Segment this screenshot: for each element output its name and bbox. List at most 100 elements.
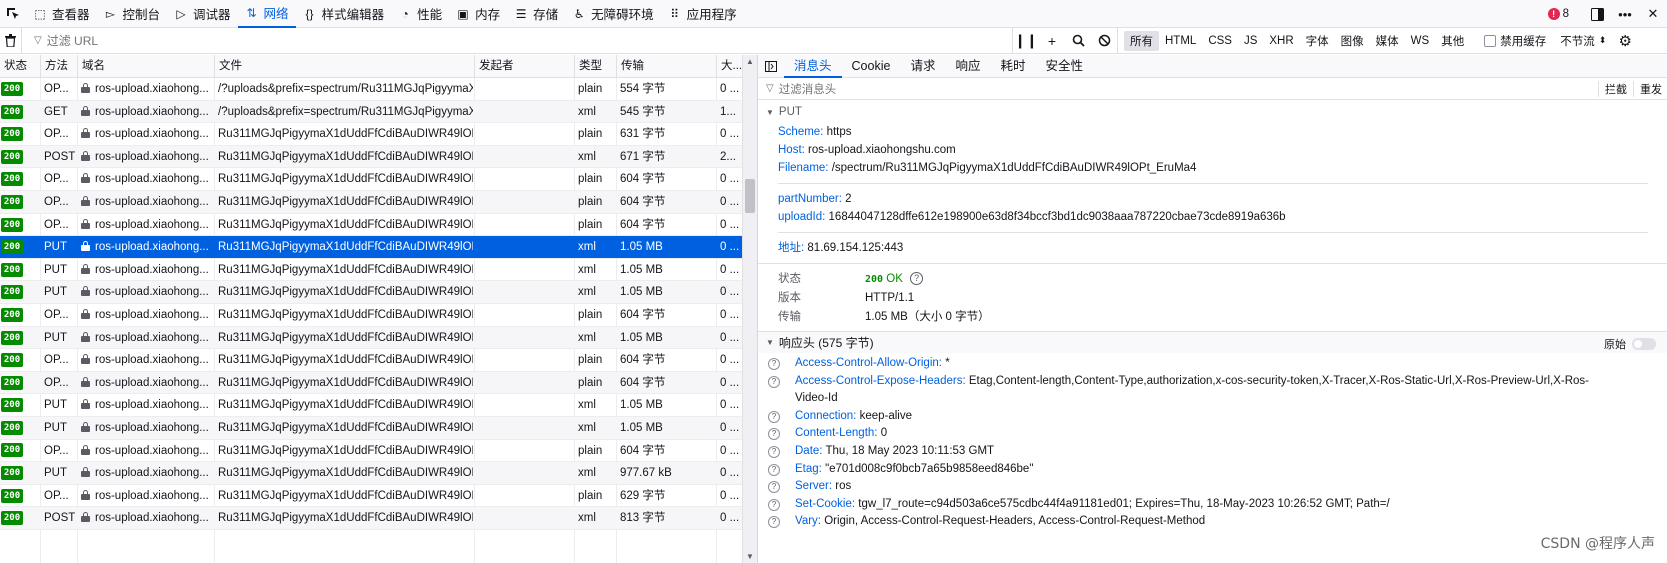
table-row[interactable]: 200 PUT ros-upload.xiaohong... Ru311MGJqPig…: [0, 416, 742, 440]
clear-requests-icon[interactable]: [0, 27, 22, 54]
element-picker-icon[interactable]: [0, 0, 26, 28]
tool-tab[interactable]: {} 样式编辑器: [296, 0, 392, 28]
request-summary-toggle[interactable]: ▼ PUT: [758, 101, 1667, 123]
error-count-badge[interactable]: ! 8: [1547, 8, 1569, 20]
block-request-button[interactable]: 拦截: [1598, 81, 1633, 97]
help-icon[interactable]: ?: [768, 481, 780, 494]
help-icon[interactable]: ?: [768, 358, 780, 370]
tool-tab[interactable]: ⇅ 网络: [237, 0, 296, 28]
tool-tab[interactable]: ▷ 调试器: [167, 0, 238, 28]
type-filter-button[interactable]: 其他: [1435, 31, 1470, 51]
close-icon[interactable]: ✕: [1639, 0, 1667, 28]
type-filter-button[interactable]: 字体: [1300, 31, 1335, 51]
table-row[interactable]: 200 OP... ros-upload.xiaohong... Ru311MGJqP…: [0, 304, 742, 327]
table-row[interactable]: 200 OP... ros-upload.xiaohong... Ru311MGJqP…: [0, 371, 742, 395]
disable-cache-checkbox[interactable]: 禁用缓存: [1484, 33, 1546, 49]
column-header[interactable]: 发起者: [474, 55, 574, 78]
details-tab[interactable]: 安全性: [1035, 55, 1093, 78]
table-row[interactable]: 200 OP... ros-upload.xiaohong... /?uploads&…: [0, 78, 742, 101]
tool-tab[interactable]: ⠿ 应用程序: [661, 0, 744, 28]
tool-tab[interactable]: ♿ 无障碍环境: [565, 0, 661, 28]
tool-tab[interactable]: ◔ 性能: [391, 0, 449, 28]
help-icon[interactable]: ?: [768, 516, 780, 529]
details-tab[interactable]: 请求: [900, 55, 945, 78]
details-tab[interactable]: 消息头: [784, 55, 842, 78]
type-filter-button[interactable]: XHR: [1263, 33, 1299, 49]
table-row[interactable]: 200 PUT ros-upload.xiaohong... Ru311MGJqPig…: [0, 394, 742, 417]
resend-button[interactable]: 重发: [1633, 81, 1667, 97]
help-icon[interactable]: ?: [768, 375, 780, 388]
tool-tab[interactable]: ▻ 控制台: [97, 0, 168, 28]
table-row[interactable]: 200 OP... ros-upload.xiaohong... Ru311MGJqP…: [0, 190, 742, 214]
type-filter-button[interactable]: CSS: [1202, 33, 1238, 49]
url-filter-input[interactable]: ▽ 过滤 URL: [22, 28, 1012, 54]
scroll-up-icon[interactable]: ▲: [746, 57, 754, 66]
query-param-row-value: 16844047128dffe612e198900e63d8f34bccf3bd…: [828, 211, 1286, 223]
request-list-scrollbar[interactable]: ▲ ▼: [742, 55, 757, 563]
status-badge: 200: [1, 104, 23, 119]
more-options-icon[interactable]: •••: [1611, 0, 1639, 28]
raw-toggle[interactable]: 原始: [1604, 336, 1656, 352]
status-row: 状态 200 OK ?: [758, 270, 1667, 289]
toggle-sidebar-icon[interactable]: [758, 55, 784, 78]
network-filter-bar: ▽ 过滤 URL ❙❙ + 所有 HTML CSS JS XHR 字体 图像 媒体 WS 其他 禁…: [0, 27, 1667, 54]
column-header[interactable]: 大...: [716, 55, 742, 78]
tool-tab[interactable]: ▣ 内存: [449, 0, 507, 28]
add-filter-icon[interactable]: +: [1039, 28, 1065, 54]
gear-icon[interactable]: ⚙: [1612, 28, 1638, 54]
tool-tab[interactable]: ☰ 存储: [507, 0, 565, 28]
table-row[interactable]: 200 OP... ros-upload.xiaohong... Ru311MGJqP…: [0, 168, 742, 191]
pause-icon[interactable]: ❙❙: [1013, 28, 1039, 54]
table-row[interactable]: 200 POST ros-upload.xiaohong... Ru311MGJqPi…: [0, 145, 742, 169]
response-headers-section[interactable]: ▼ 响应头 (575 字节) 原始: [758, 331, 1667, 353]
help-icon[interactable]: ?: [768, 445, 780, 458]
tool-tab[interactable]: ⬚ 查看器: [26, 0, 97, 28]
lock-icon: [81, 399, 90, 410]
column-header[interactable]: 传输: [616, 55, 716, 78]
table-row[interactable]: 200 PUT ros-upload.xiaohong... Ru311MGJqPig…: [0, 236, 742, 259]
type-filter-button[interactable]: WS: [1405, 33, 1436, 49]
details-tab[interactable]: 响应: [945, 55, 990, 78]
details-tab[interactable]: 耗时: [990, 55, 1035, 78]
column-header[interactable]: 方法: [40, 55, 77, 78]
dock-icon[interactable]: [1583, 0, 1611, 28]
file-cell: Ru311MGJqPigyymaX1dUddFfCdiBAuDIWR49lOPt…: [218, 263, 473, 276]
type-filter-button[interactable]: JS: [1238, 33, 1263, 49]
help-icon[interactable]: ?: [768, 498, 780, 511]
method-cell: OP...: [44, 195, 69, 208]
table-row[interactable]: 200 PUT ros-upload.xiaohong... Ru311MGJqPig…: [0, 326, 742, 350]
help-icon[interactable]: ?: [768, 428, 780, 441]
header-filter-input[interactable]: ▽ 过滤消息头 拦截 重发: [758, 78, 1667, 100]
help-icon[interactable]: ?: [768, 463, 780, 476]
throttle-select[interactable]: 不节流 ⬍: [1560, 33, 1606, 49]
search-icon[interactable]: [1065, 28, 1091, 54]
column-header[interactable]: 类型: [574, 55, 616, 78]
table-row[interactable]: 200 GET ros-upload.xiaohong... /?uploads&pr…: [0, 100, 742, 124]
type-filter-button[interactable]: HTML: [1159, 33, 1202, 49]
type-filter-button[interactable]: 媒体: [1370, 31, 1405, 51]
scroll-down-icon[interactable]: ▼: [746, 552, 754, 561]
table-row[interactable]: 200 PUT ros-upload.xiaohong... Ru311MGJqPig…: [0, 281, 742, 304]
column-header[interactable]: 域名: [77, 55, 214, 78]
details-tab[interactable]: Cookie: [842, 55, 901, 78]
divider: [758, 263, 1667, 264]
table-row[interactable]: 200 PUT ros-upload.xiaohong... Ru311MGJqPig…: [0, 462, 742, 485]
column-header[interactable]: 状态: [0, 55, 40, 78]
column-header[interactable]: 文件: [214, 55, 474, 78]
domain-text: ros-upload.xiaohong...: [95, 308, 209, 321]
table-row[interactable]: 200 OP... ros-upload.xiaohong... Ru311MGJqP…: [0, 349, 742, 372]
table-row[interactable]: 200 OP... ros-upload.xiaohong... Ru311MGJqP…: [0, 123, 742, 146]
scrollbar-thumb[interactable]: [745, 179, 755, 213]
table-row[interactable]: 200 OP... ros-upload.xiaohong... Ru311MGJqP…: [0, 214, 742, 237]
help-icon[interactable]: ?: [768, 410, 780, 423]
table-row[interactable]: 200 PUT ros-upload.xiaohong... Ru311MGJqPig…: [0, 259, 742, 282]
type-filter-button[interactable]: 所有: [1124, 30, 1159, 51]
table-row[interactable]: 200 POST ros-upload.xiaohong... Ru311MGJqPi…: [0, 507, 742, 530]
table-row[interactable]: 200 OP... ros-upload.xiaohong... Ru311MGJqP…: [0, 485, 742, 508]
type-filter-button[interactable]: 图像: [1335, 31, 1370, 51]
type-cell: xml: [578, 263, 596, 276]
table-row[interactable]: 200 OP... ros-upload.xiaohong... Ru311MGJqP…: [0, 440, 742, 463]
domain-text: ros-upload.xiaohong...: [95, 444, 209, 457]
block-icon[interactable]: [1091, 28, 1117, 54]
help-icon[interactable]: ?: [910, 272, 924, 286]
